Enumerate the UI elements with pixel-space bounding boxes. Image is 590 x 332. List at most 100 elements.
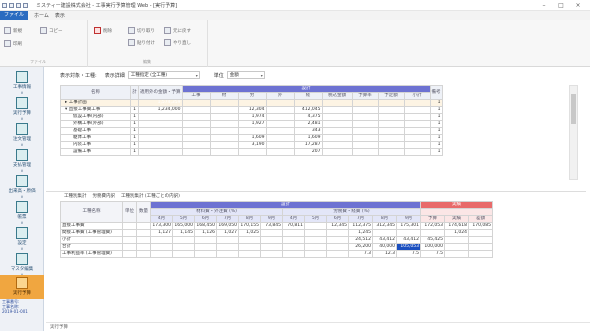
table-cell[interactable]: [138, 120, 183, 128]
table-cell[interactable]: [172, 243, 195, 251]
table-cell[interactable]: [377, 141, 405, 149]
table-cell[interactable]: [326, 229, 349, 237]
table-cell[interactable]: 343: [293, 127, 323, 135]
column-header[interactable]: 8月: [372, 215, 397, 223]
table-cell[interactable]: 1: [130, 141, 139, 149]
table-cell[interactable]: [265, 127, 295, 135]
table-cell[interactable]: [403, 148, 431, 156]
table-row[interactable]: 躯体工事 1 1,609 1,609 1: [60, 134, 443, 142]
table-cell[interactable]: [130, 99, 139, 107]
table-cell[interactable]: [351, 120, 379, 128]
column-header[interactable]: 予定額: [377, 92, 405, 100]
table-row[interactable]: 小計 24,512 43,412 43,412 45,425: [60, 236, 493, 244]
table-cell[interactable]: [304, 229, 327, 237]
cut-button[interactable]: 切り取り: [128, 27, 155, 34]
table-cell[interactable]: [172, 250, 195, 258]
column-header[interactable]: 備考: [429, 85, 443, 100]
column-header[interactable]: 5月: [172, 215, 195, 223]
column-header[interactable]: 材: [209, 92, 239, 100]
column-header[interactable]: 予算: [420, 215, 445, 223]
table-cell[interactable]: [403, 127, 431, 135]
table-cell[interactable]: 1,574,359: [138, 99, 183, 107]
table-cell[interactable]: 24,512: [348, 236, 373, 244]
column-header[interactable]: 7月: [348, 215, 373, 223]
table-cell[interactable]: [282, 243, 305, 251]
table-cell[interactable]: 12.3: [372, 250, 397, 258]
save-icon[interactable]: [9, 2, 14, 8]
column-header[interactable]: 4月: [282, 215, 305, 223]
column-header[interactable]: 8月: [238, 215, 261, 223]
table-cell[interactable]: [216, 236, 239, 244]
table-cell[interactable]: [136, 236, 151, 244]
table-cell[interactable]: [122, 229, 137, 237]
sidebar-item-budget[interactable]: 実行予算 ∨: [0, 95, 44, 121]
table-cell[interactable]: 1: [429, 113, 443, 121]
table-cell[interactable]: 312,345: [372, 222, 397, 230]
table-cell[interactable]: [209, 127, 239, 135]
table-row[interactable]: 直接工事費 173,300 165,000 168,450 169,050 170,155…: [60, 222, 493, 230]
table-cell[interactable]: [321, 120, 353, 128]
table-cell[interactable]: 1: [429, 141, 443, 149]
column-header[interactable]: 差額: [468, 215, 493, 223]
column-header[interactable]: 9月: [396, 215, 421, 223]
table-cell[interactable]: 43,412: [372, 236, 397, 244]
column-header[interactable]: 税込金額: [321, 92, 353, 100]
table-cell[interactable]: [468, 250, 493, 258]
table-cell[interactable]: [181, 127, 211, 135]
table-cell[interactable]: 1,974: [237, 113, 267, 121]
table-cell[interactable]: [150, 250, 173, 258]
table-cell[interactable]: [265, 106, 295, 114]
table-cell[interactable]: [237, 99, 267, 107]
table-cell[interactable]: [377, 134, 405, 142]
column-header[interactable]: 7月: [216, 215, 239, 223]
table-cell[interactable]: [351, 134, 379, 142]
table-cell[interactable]: 45,425: [420, 236, 445, 244]
column-header[interactable]: 4月: [150, 215, 173, 223]
table-cell[interactable]: [122, 243, 137, 251]
table-cell[interactable]: [238, 250, 261, 258]
table-cell[interactable]: [122, 236, 137, 244]
table-cell[interactable]: 2,481: [293, 120, 323, 128]
table-cell[interactable]: [304, 243, 327, 251]
table-cell[interactable]: [321, 141, 353, 149]
table-cell[interactable]: 168,450: [194, 222, 217, 230]
redo-icon[interactable]: [23, 2, 28, 8]
row-name-cell[interactable]: 間接工事費 (工事管理費): [60, 229, 123, 237]
table-cell[interactable]: [351, 106, 379, 114]
table-cell[interactable]: [194, 250, 217, 258]
undo-icon[interactable]: [16, 2, 21, 8]
table-cell[interactable]: [260, 229, 283, 237]
table-cell[interactable]: 1: [429, 99, 443, 107]
column-header[interactable]: 計: [130, 85, 139, 100]
table-cell[interactable]: [181, 148, 211, 156]
table-cell[interactable]: 1: [429, 120, 443, 128]
print-button[interactable]: 印刷: [4, 40, 22, 47]
table-cell[interactable]: 73,845: [260, 222, 283, 230]
table-cell[interactable]: 174,618: [444, 222, 469, 230]
table-row[interactable]: 設備工事 1 207 1: [60, 148, 443, 156]
table-cell[interactable]: [468, 236, 493, 244]
row-name-cell[interactable]: 工事利益率 (工事管理費): [60, 250, 123, 258]
table-cell[interactable]: 172,053: [420, 222, 445, 230]
sidebar-item-progress[interactable]: 出来高・原価 ∨: [0, 173, 44, 199]
table-cell[interactable]: 1,024: [444, 229, 469, 237]
table-cell[interactable]: [260, 236, 283, 244]
table-cell[interactable]: [468, 229, 493, 237]
table-cell[interactable]: [377, 127, 405, 135]
table-cell[interactable]: [293, 99, 323, 107]
row-name-cell[interactable]: 躯体工事: [60, 134, 131, 142]
table-row[interactable]: 合計 26,200 40,000 105,053 100,000: [60, 243, 493, 251]
table-cell[interactable]: [403, 106, 431, 114]
table-cell[interactable]: [304, 222, 327, 230]
paste-button[interactable]: 貼り付け: [128, 39, 155, 46]
table-cell[interactable]: [377, 148, 405, 156]
column-header[interactable]: 実績: [444, 215, 469, 223]
table-cell[interactable]: 1: [429, 148, 443, 156]
column-header[interactable]: 6月: [194, 215, 217, 223]
column-header[interactable]: 外: [265, 92, 295, 100]
table-cell[interactable]: [209, 113, 239, 121]
table-cell[interactable]: 40,000: [372, 243, 397, 251]
table-cell[interactable]: [136, 222, 151, 230]
column-header[interactable]: 単位: [122, 201, 137, 223]
table-cell[interactable]: [209, 106, 239, 114]
